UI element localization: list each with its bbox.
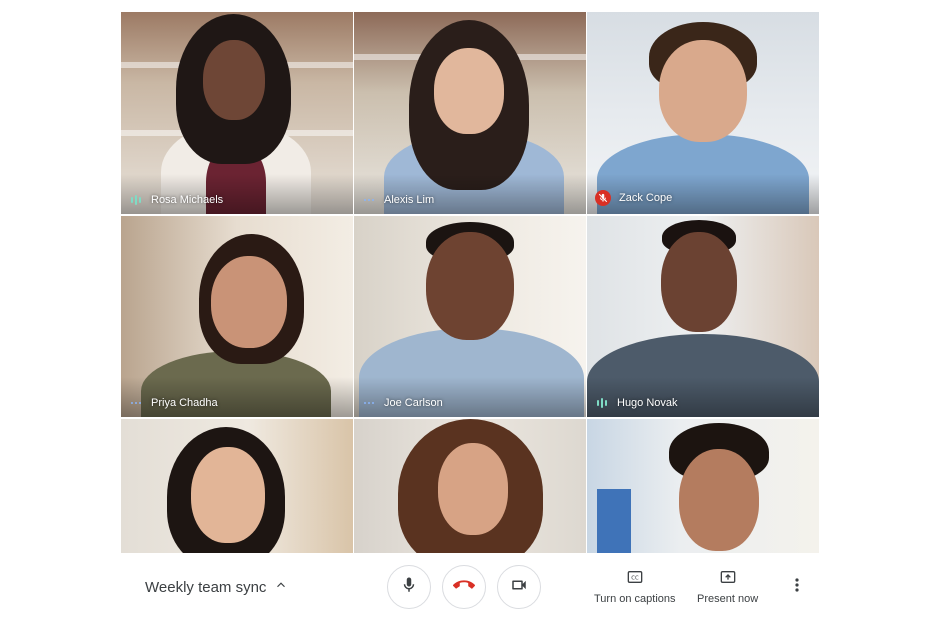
hang-up-icon xyxy=(453,574,475,601)
participant-name-tag: Zack Cope xyxy=(595,190,672,206)
audio-idle-icon xyxy=(362,194,376,206)
audio-level-icon xyxy=(595,397,609,409)
audio-idle-icon xyxy=(362,397,376,409)
participant-tile[interactable]: Joe Carlson xyxy=(354,216,586,417)
camera-button[interactable] xyxy=(497,565,541,609)
closed-captions-icon: CC xyxy=(627,570,643,587)
participant-name-tag: Joe Carlson xyxy=(362,397,443,409)
participant-tile[interactable]: Priya Chadha xyxy=(121,216,353,417)
captions-button[interactable]: CC Turn on captions xyxy=(594,570,676,605)
audio-idle-icon xyxy=(129,397,143,409)
present-screen-icon xyxy=(720,570,736,587)
more-options-button[interactable] xyxy=(787,575,807,599)
audio-level-icon xyxy=(129,194,143,206)
participant-face xyxy=(679,449,759,551)
participant-tile[interactable] xyxy=(354,419,586,553)
meeting-title: Weekly team sync xyxy=(145,578,267,596)
present-label: Present now xyxy=(697,593,759,605)
participant-name: Zack Cope xyxy=(619,192,673,204)
participant-name: Joe Carlson xyxy=(384,397,443,409)
participant-face xyxy=(434,48,504,134)
participant-grid: Rosa Michaels Alexis Lim Zack Cope Priya… xyxy=(121,12,819,553)
meet-window: Rosa Michaels Alexis Lim Zack Cope Priya… xyxy=(121,12,819,620)
participant-face xyxy=(211,256,287,348)
mic-icon xyxy=(400,576,418,599)
participant-tile[interactable] xyxy=(587,419,819,553)
mic-off-icon xyxy=(595,190,611,206)
present-now-button[interactable]: Present now xyxy=(697,570,758,605)
svg-text:CC: CC xyxy=(631,576,639,582)
microphone-button[interactable] xyxy=(387,565,431,609)
more-vertical-icon xyxy=(795,577,799,597)
participant-name-tag: Hugo Novak xyxy=(595,397,678,409)
participant-tile[interactable]: Zack Cope xyxy=(587,12,819,214)
participant-tile[interactable]: Alexis Lim xyxy=(354,12,586,214)
participant-face xyxy=(659,40,747,142)
meeting-details-button[interactable]: Weekly team sync xyxy=(145,578,288,596)
participant-face xyxy=(203,40,265,120)
participant-tile[interactable] xyxy=(121,419,353,553)
participant-name: Rosa Michaels xyxy=(151,194,224,206)
captions-label: Turn on captions xyxy=(594,593,676,605)
video-camera-icon xyxy=(510,576,528,599)
participant-name: Alexis Lim xyxy=(384,194,435,206)
participant-face xyxy=(661,232,737,332)
participant-name: Priya Chadha xyxy=(151,397,218,409)
leave-call-button[interactable] xyxy=(442,565,486,609)
chevron-up-icon xyxy=(274,578,288,596)
participant-tile[interactable]: Rosa Michaels xyxy=(121,12,353,214)
participant-face xyxy=(438,443,508,535)
participant-name-tag: Alexis Lim xyxy=(362,194,434,206)
participant-tile[interactable]: Hugo Novak xyxy=(587,216,819,417)
participant-name-tag: Priya Chadha xyxy=(129,397,218,409)
participant-face xyxy=(426,232,514,340)
participant-name: Hugo Novak xyxy=(617,397,678,409)
participant-face xyxy=(191,447,265,543)
meeting-control-bar: Weekly team sync CC Turn on captions Pre… xyxy=(121,553,819,620)
bookshelf xyxy=(597,489,631,553)
participant-name-tag: Rosa Michaels xyxy=(129,194,223,206)
